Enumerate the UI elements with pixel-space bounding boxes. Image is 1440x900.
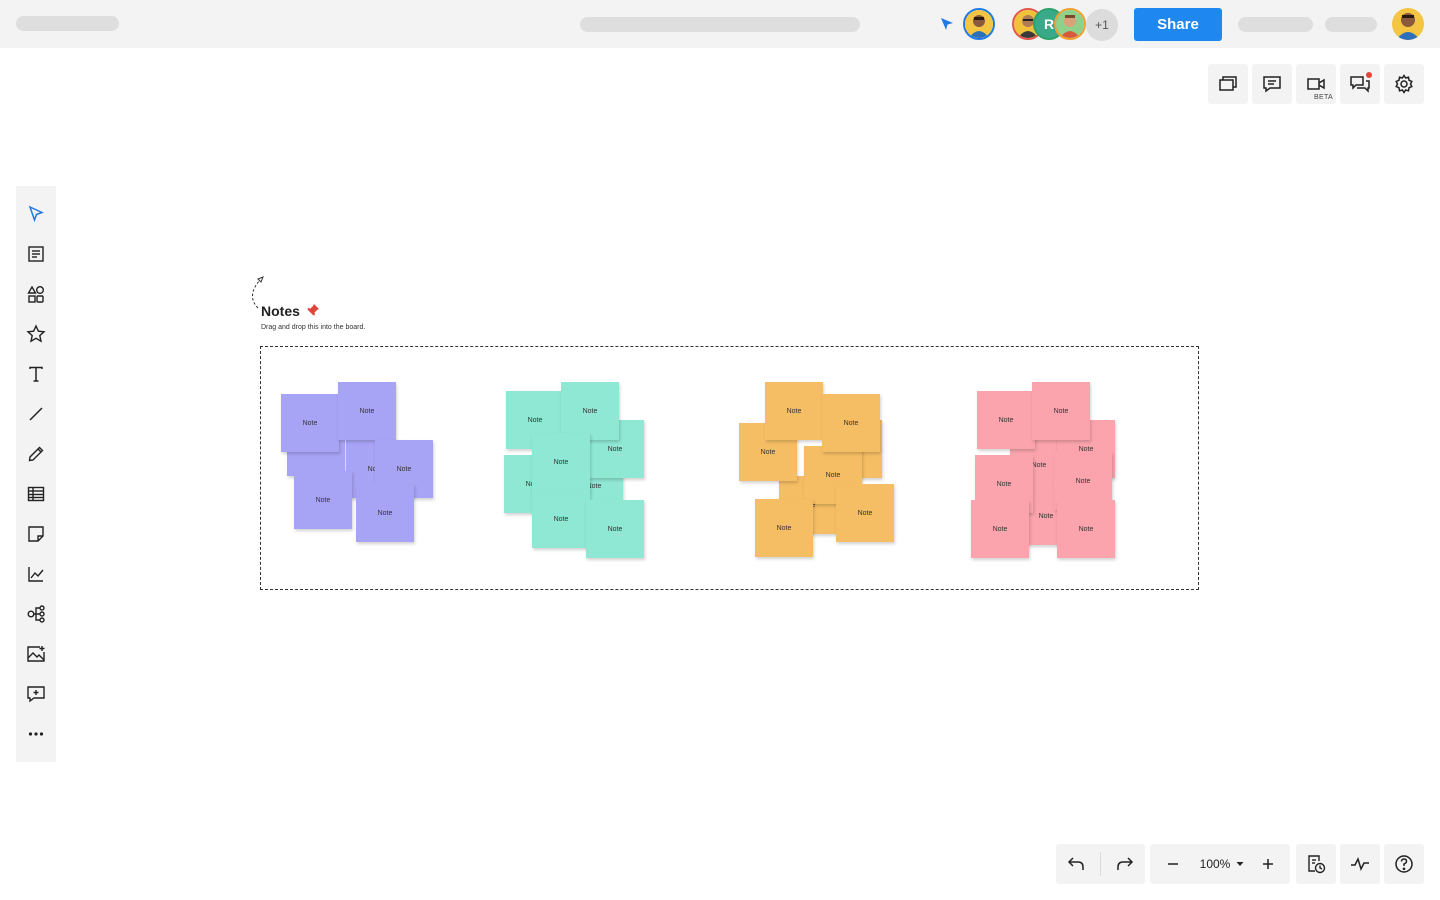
notification-dot	[1366, 72, 1372, 78]
template-icon	[28, 246, 44, 262]
line-icon	[29, 407, 43, 421]
sticky-note[interactable]: Note	[532, 433, 590, 491]
pen-icon	[28, 446, 44, 462]
zoom-out-icon	[1168, 863, 1178, 865]
image-icon	[27, 646, 45, 662]
zoom-level-dropdown[interactable]: 100%	[1196, 844, 1248, 884]
activity-button[interactable]	[1340, 844, 1380, 884]
zoom-out-button[interactable]	[1153, 844, 1193, 884]
user-avatar[interactable]	[1392, 8, 1424, 40]
chat-button[interactable]	[1340, 64, 1380, 104]
zoom-controls: 100%	[1150, 844, 1290, 884]
table-tool[interactable]	[16, 474, 56, 514]
undo-button[interactable]	[1056, 844, 1096, 884]
instructions-text: Drag and drop this into the board.	[261, 324, 366, 331]
sticky-note[interactable]: Note	[281, 394, 339, 452]
sticky-note-icon	[28, 526, 44, 542]
sticky-note[interactable]: Note	[765, 382, 823, 440]
settings-icon	[1395, 74, 1413, 94]
history-icon	[1308, 855, 1326, 874]
sticky-note[interactable]: Note	[561, 382, 619, 440]
favorite-icon	[26, 324, 46, 343]
video-icon	[1307, 78, 1325, 90]
chart-tool[interactable]	[16, 554, 56, 594]
share-button[interactable]: Share	[1134, 8, 1222, 41]
table-icon	[27, 486, 45, 502]
sticky-note[interactable]: Note	[836, 484, 894, 542]
sticky-note[interactable]: Note	[356, 484, 414, 542]
beta-badge: BETA	[1314, 94, 1333, 101]
mindmap-icon	[27, 605, 45, 623]
more-collaborators-badge[interactable]: +1	[1086, 9, 1118, 41]
sticky-note[interactable]: Note	[1057, 500, 1115, 558]
template-tool[interactable]	[16, 234, 56, 274]
mindmap-tool[interactable]	[16, 594, 56, 634]
history-button[interactable]	[1296, 844, 1336, 884]
sticky-note[interactable]: Note	[294, 471, 352, 529]
shapes-icon	[27, 285, 44, 303]
page-title: Notes	[261, 303, 300, 319]
left-toolbar	[16, 186, 56, 762]
video-call-button[interactable]: BETA	[1296, 64, 1336, 104]
settings-button[interactable]	[1384, 64, 1424, 104]
avatar[interactable]	[963, 8, 995, 40]
avatar[interactable]	[1054, 8, 1086, 40]
sticky-note[interactable]: Note	[977, 391, 1035, 449]
chevron-down-icon	[1236, 862, 1244, 866]
redo-button[interactable]	[1105, 844, 1145, 884]
zoom-level: 100%	[1199, 857, 1231, 871]
follow-cursor-icon[interactable]	[939, 16, 955, 32]
help-button[interactable]	[1384, 844, 1424, 884]
select-icon	[28, 205, 44, 223]
more-icon	[28, 732, 44, 736]
comment-add-icon	[27, 686, 45, 703]
zoom-in-button[interactable]	[1248, 844, 1288, 884]
more-tools[interactable]	[16, 714, 56, 754]
sticky-note[interactable]: Note	[755, 499, 813, 557]
text-icon	[29, 366, 43, 382]
sticky-note[interactable]: Note	[338, 382, 396, 440]
activity-icon	[1351, 856, 1369, 872]
image-tool[interactable]	[16, 634, 56, 674]
favorites-tool[interactable]	[16, 314, 56, 354]
pen-tool[interactable]	[16, 434, 56, 474]
pushpin-icon	[307, 304, 319, 316]
menu-placeholder[interactable]	[1238, 17, 1313, 32]
shapes-tool[interactable]	[16, 274, 56, 314]
redo-icon	[1117, 857, 1134, 870]
comments-icon	[1263, 76, 1281, 93]
sticky-note[interactable]: Note	[822, 394, 880, 452]
sticky-note[interactable]: Note	[971, 500, 1029, 558]
zoom-in-icon	[1263, 859, 1273, 869]
sticky-note[interactable]: Note	[1032, 382, 1090, 440]
select-tool[interactable]	[16, 194, 56, 234]
pages-icon	[1219, 76, 1237, 91]
help-icon	[1395, 855, 1413, 873]
sticky-note-tool[interactable]	[16, 514, 56, 554]
line-tool[interactable]	[16, 394, 56, 434]
undo-icon	[1067, 857, 1084, 870]
board-title-placeholder[interactable]	[580, 17, 860, 32]
comment-add-tool[interactable]	[16, 674, 56, 714]
board-menu-placeholder[interactable]	[16, 16, 119, 31]
sticky-note[interactable]: Note	[532, 490, 590, 548]
sticky-note[interactable]: Note	[586, 500, 644, 558]
comments-button[interactable]	[1252, 64, 1292, 104]
undo-redo-group	[1056, 844, 1145, 884]
menu-placeholder[interactable]	[1325, 17, 1377, 32]
text-tool[interactable]	[16, 354, 56, 394]
top-bar: R +1 Share	[0, 0, 1440, 48]
pages-button[interactable]	[1208, 64, 1248, 104]
chart-icon	[28, 567, 44, 582]
